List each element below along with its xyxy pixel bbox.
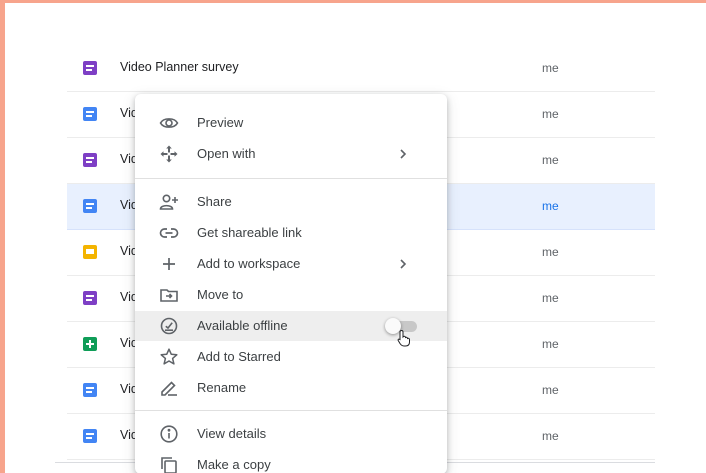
file-owner: me — [542, 383, 559, 397]
file-owner: me — [542, 199, 559, 213]
menu-item-view-details[interactable]: View details — [135, 419, 447, 449]
menu-item-available-offline[interactable]: Available offline — [135, 311, 447, 347]
file-owner: me — [542, 291, 559, 305]
forms-file-icon — [83, 291, 97, 305]
eye-icon — [159, 113, 179, 133]
file-owner: me — [542, 337, 559, 351]
docs-file-icon — [83, 107, 97, 121]
sheets-file-icon — [83, 337, 97, 351]
forms-file-icon — [83, 153, 97, 167]
star-icon — [159, 347, 179, 367]
menu-item-label: Available offline — [197, 318, 288, 333]
menu-item-label: Rename — [197, 380, 247, 395]
menu-item-label: Preview — [197, 115, 244, 130]
menu-item-open-with[interactable]: Open with — [135, 139, 447, 169]
copy-icon — [159, 455, 179, 473]
file-owner: me — [542, 61, 559, 75]
file-owner: me — [542, 429, 559, 443]
file-owner: me — [542, 107, 559, 121]
folder-move-icon — [159, 285, 179, 305]
file-name: Video Planner survey — [120, 60, 239, 74]
menu-item-rename[interactable]: Rename — [135, 373, 447, 403]
menu-item-label: Move to — [197, 287, 244, 302]
forms-file-icon — [83, 61, 97, 75]
menu-divider — [135, 178, 447, 179]
plus-icon — [159, 254, 179, 274]
menu-item-label: Add to Starred — [197, 349, 281, 364]
menu-item-label: Get shareable link — [197, 225, 302, 240]
menu-item-label: View details — [197, 426, 267, 441]
menu-item-add-to-starred[interactable]: Add to Starred — [135, 342, 447, 372]
docs-file-icon — [83, 429, 97, 443]
chevron-right-icon — [395, 144, 411, 164]
menu-item-label: Share — [197, 194, 232, 209]
menu-item-move-to[interactable]: Move to — [135, 280, 447, 310]
menu-item-share[interactable]: Share — [135, 187, 447, 217]
file-owner: me — [542, 153, 559, 167]
drive-file-list-screen: Video Planner survey me Vid me Vid me Vi… — [5, 3, 706, 473]
move-arrows-icon — [159, 144, 179, 164]
menu-item-preview[interactable]: Preview — [135, 108, 447, 138]
context-menu: Preview Open with Share Get shareable li… — [135, 94, 447, 473]
slides-file-icon — [83, 245, 97, 259]
docs-file-icon — [83, 199, 97, 213]
file-owner: me — [542, 245, 559, 259]
file-row[interactable]: Video Planner survey me — [67, 46, 655, 92]
menu-item-make-a-copy[interactable]: Make a copy — [135, 450, 447, 473]
menu-item-get-shareable-link[interactable]: Get shareable link — [135, 218, 447, 248]
pencil-icon — [159, 378, 179, 398]
menu-item-label: Make a copy — [197, 457, 271, 472]
docs-file-icon — [83, 383, 97, 397]
menu-item-label: Open with — [197, 146, 256, 161]
menu-item-label: Add to workspace — [197, 256, 301, 271]
add-person-icon — [159, 192, 179, 212]
menu-divider — [135, 410, 447, 411]
info-icon — [159, 424, 179, 444]
chevron-right-icon — [395, 254, 411, 274]
menu-item-add-to-workspace[interactable]: Add to workspace — [135, 249, 447, 279]
offline-check-icon — [159, 316, 179, 336]
link-icon — [159, 223, 179, 243]
